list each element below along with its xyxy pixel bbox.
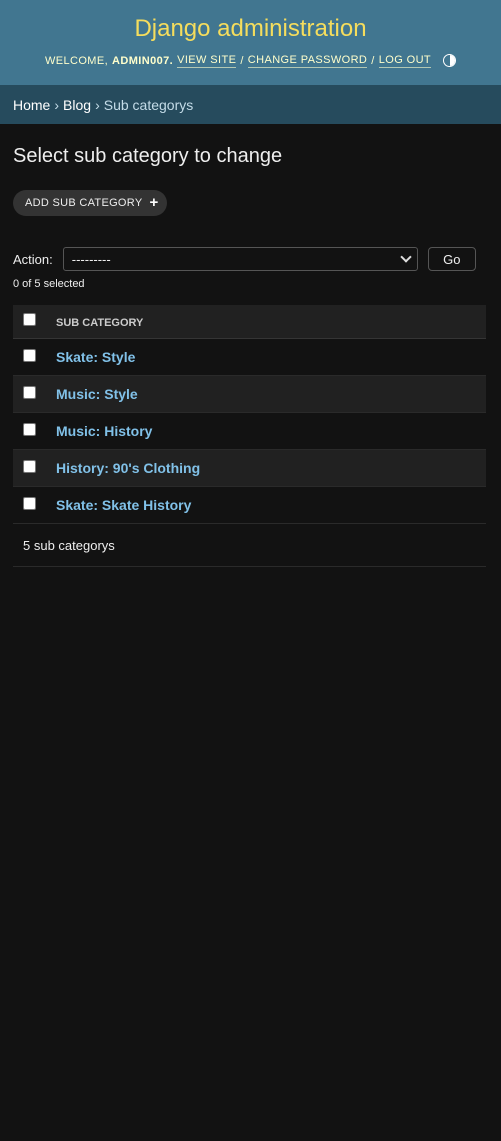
table-row: History: 90's Clothing bbox=[13, 450, 486, 487]
table-row: Music: Style bbox=[13, 376, 486, 413]
row-check-cell bbox=[13, 413, 39, 449]
page-title: Select sub category to change bbox=[13, 145, 283, 167]
breadcrumb-current: Sub categorys bbox=[103, 96, 194, 113]
site-name[interactable]: Django administration bbox=[0, 14, 501, 44]
chevron-down-icon bbox=[400, 251, 412, 263]
table-row: Skate: Skate History bbox=[13, 487, 486, 524]
breadcrumb-blog[interactable]: Blog bbox=[63, 97, 91, 113]
separator: / bbox=[240, 54, 244, 67]
action-label: Action: bbox=[13, 251, 53, 267]
row-checkbox[interactable] bbox=[23, 422, 36, 436]
paginator: 5 sub categorys bbox=[13, 524, 486, 567]
row-check-cell bbox=[13, 450, 39, 486]
column-header-sub-category[interactable]: Sub category bbox=[56, 317, 143, 329]
table-row: Music: History bbox=[13, 413, 486, 450]
user-tools: Welcome, admin007. View site / Change pa… bbox=[0, 53, 501, 68]
view-site-link[interactable]: View site bbox=[177, 53, 237, 68]
action-select-value: --------- bbox=[71, 251, 111, 267]
row-check-cell bbox=[13, 339, 39, 375]
go-button[interactable]: Go bbox=[427, 247, 476, 271]
breadcrumb: Home › Blog › Sub categorys bbox=[0, 85, 501, 124]
row-link[interactable]: Skate: Skate History bbox=[56, 497, 191, 513]
selection-counter: 0 of 5 selected bbox=[13, 278, 85, 290]
row-checkbox[interactable] bbox=[23, 385, 36, 399]
change-password-link[interactable]: Change password bbox=[247, 53, 368, 68]
result-list: Sub category Skate: Style Music: Style M… bbox=[13, 305, 486, 567]
welcome-text: Welcome, bbox=[44, 54, 109, 67]
breadcrumb-separator: › bbox=[95, 96, 100, 113]
select-all-checkbox[interactable] bbox=[23, 313, 36, 326]
row-check-cell bbox=[13, 376, 39, 412]
row-checkbox[interactable] bbox=[23, 348, 36, 362]
table-header: Sub category bbox=[13, 305, 486, 339]
site-header: Django administration Welcome, admin007.… bbox=[0, 0, 501, 85]
add-button-label: Add sub category bbox=[25, 197, 143, 209]
breadcrumb-home[interactable]: Home bbox=[13, 97, 50, 113]
separator: / bbox=[371, 54, 375, 67]
row-checkbox[interactable] bbox=[23, 496, 36, 510]
row-check-cell bbox=[13, 487, 39, 523]
actions-bar: Action: --------- Go bbox=[13, 247, 488, 271]
table-row: Skate: Style bbox=[13, 339, 486, 376]
main-content: Select sub category to change Add sub ca… bbox=[0, 144, 501, 567]
row-link[interactable]: Music: Style bbox=[56, 386, 138, 402]
select-all-cell bbox=[13, 305, 39, 338]
action-select[interactable]: --------- bbox=[62, 247, 418, 271]
theme-toggle-icon[interactable] bbox=[443, 54, 457, 67]
add-sub-category-button[interactable]: Add sub category + bbox=[13, 190, 167, 216]
plus-icon: + bbox=[149, 194, 159, 211]
row-link[interactable]: History: 90's Clothing bbox=[56, 460, 200, 476]
row-link[interactable]: Skate: Style bbox=[56, 349, 135, 365]
breadcrumb-separator: › bbox=[54, 96, 60, 113]
log-out-link[interactable]: Log out bbox=[378, 53, 432, 68]
row-link[interactable]: Music: History bbox=[56, 423, 152, 439]
username: admin007. bbox=[112, 54, 174, 67]
row-checkbox[interactable] bbox=[23, 459, 36, 473]
